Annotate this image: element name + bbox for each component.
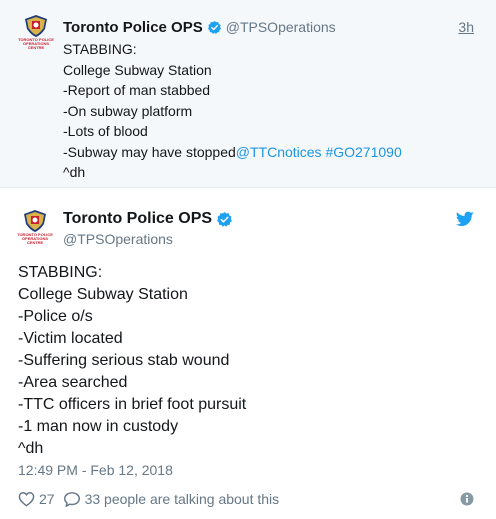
tweet-signature: ^dh: [63, 164, 86, 180]
tweet-line-text: -Subway may have stopped: [63, 143, 236, 160]
handle[interactable]: @TPSOperations: [63, 231, 173, 247]
tweet-text: STABBING: College Subway Station -Report…: [63, 39, 483, 183]
verified-badge-icon: [207, 20, 221, 34]
display-name[interactable]: Toronto Police OPS: [63, 19, 203, 36]
verified-badge-icon: [217, 211, 232, 227]
police-crest-icon: [25, 15, 47, 37]
tweet-line: -TTC officers in brief foot pursuit: [18, 396, 247, 413]
tweet-line: -Lots of blood: [63, 123, 148, 139]
avatar-text-line: CENTRE: [26, 240, 44, 245]
tweet-line: -Police o/s: [18, 308, 93, 325]
info-icon[interactable]: [460, 492, 474, 506]
like-count: 27: [39, 491, 55, 507]
tweet-line: College Subway Station: [18, 286, 188, 303]
tweet-header: Toronto Police OPS @TPSOperations: [63, 17, 336, 37]
main-tweet: TORONTO POLICE OPERATIONS CENTRE Toronto…: [0, 188, 496, 519]
heart-icon: [18, 492, 35, 507]
parent-tweet: TORONTO POLICE OPERATIONS CENTRE Toronto…: [0, 0, 496, 188]
tweet-signature: ^dh: [18, 440, 44, 457]
reply-conversation-link[interactable]: 33 people are talking about this: [63, 491, 280, 507]
tweet-line: -Subway may have stopped@TTCnotices #GO2…: [63, 142, 483, 163]
like-button[interactable]: 27: [18, 491, 55, 507]
tweet-text: STABBING: College Subway Station -Police…: [18, 262, 478, 460]
comment-bubble-icon: [63, 492, 80, 507]
tweet-time-link[interactable]: 3h: [458, 19, 474, 35]
talking-count-text: 33 people are talking about this: [84, 491, 280, 507]
tweet-line: -Area searched: [18, 374, 128, 391]
tweet-line: -Victim located: [18, 330, 123, 347]
tweet-actions: 27 33 people are talking about this: [18, 488, 287, 510]
tweet-line: College Subway Station: [63, 61, 212, 78]
tweet-timestamp[interactable]: 12:49 PM - Feb 12, 2018: [18, 462, 173, 478]
tweet-line: STABBING:: [63, 41, 137, 57]
tweet-line: -On subway platform: [63, 102, 193, 119]
hashtag-link[interactable]: #GO271090: [325, 144, 401, 160]
tweet-line: -Suffering serious stab wound: [18, 352, 230, 369]
police-crest-icon: [24, 210, 46, 232]
tweet-header: Toronto Police OPS: [63, 209, 233, 229]
avatar[interactable]: TORONTO POLICE OPERATIONS CENTRE: [18, 14, 54, 50]
display-name[interactable]: Toronto Police OPS: [63, 210, 212, 228]
twitter-bird-icon[interactable]: [456, 211, 474, 227]
tweet-line: -Report of man stabbed: [63, 82, 211, 98]
avatar-text-line: CENTRE: [27, 45, 45, 50]
handle[interactable]: @TPSOperations: [226, 19, 336, 35]
tweet-line: -1 man now in custody: [18, 418, 179, 435]
mention-link[interactable]: @TTCnotices: [236, 144, 322, 160]
tweet-line: STABBING:: [18, 264, 103, 281]
avatar[interactable]: TORONTO POLICE OPERATIONS CENTRE: [17, 209, 53, 245]
